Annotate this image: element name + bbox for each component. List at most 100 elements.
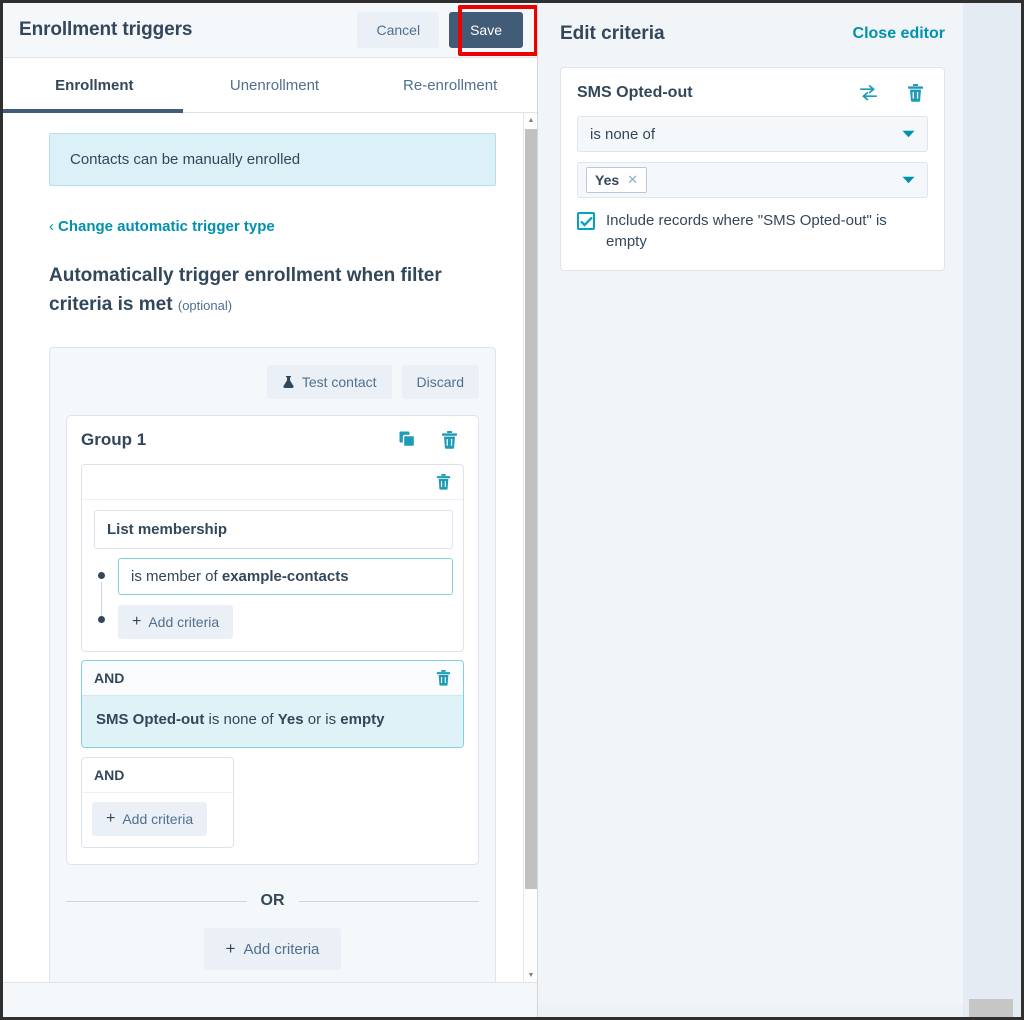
criteria-property-name: SMS Opted-out [577,84,693,101]
section-heading: Automatically trigger enrollment when fi… [49,261,469,320]
value-token-label: Yes [595,172,620,188]
cancel-button[interactable]: Cancel [357,12,440,48]
clone-icon[interactable] [399,431,416,448]
filter-box-header [82,465,463,500]
add-criteria-button-and[interactable]: + Add criteria [92,802,208,837]
enrollment-triggers-panel: Enrollment triggers Cancel Save Enrollme… [3,3,538,1017]
criteria-card-icons [860,84,928,102]
plus-icon: + [132,612,142,630]
and-block-criteria-text[interactable]: SMS Opted-out is none of Yes or is empty [82,695,463,748]
and-block-header: AND [82,660,463,696]
left-panel-scrollbar[interactable]: ▲ ▼ [523,113,537,982]
criteria-item-list-membership[interactable]: is member of example-contacts [118,557,453,595]
or-add-criteria-wrap: + Add criteria [66,928,479,971]
and-text-suffix: or is [303,710,341,728]
group-header-icons [399,430,464,449]
filters-toolbar: Test contact Discard [66,364,479,399]
right-panel-footer [538,1005,963,1017]
tab-bar: Enrollment Unenrollment Re-enrollment [3,58,537,113]
filter-box-body: List membership is member of example-con… [82,500,463,651]
scroll-up-arrow-icon[interactable]: ▲ [524,113,537,127]
discard-button[interactable]: Discard [401,364,479,399]
and-empty-operator-label: AND [82,758,233,794]
filter-group-card: Group 1 List membership is member of exa… [66,414,479,866]
scroll-down-arrow-icon[interactable]: ▼ [524,968,537,982]
criteria-card-header: SMS Opted-out [577,84,928,102]
or-divider-line-right [298,900,479,902]
criteria-bullet [98,615,105,623]
header-actions: Cancel Save [357,12,537,48]
add-criteria-button-inner[interactable]: + Add criteria [118,604,234,639]
criteria-list: is member of example-contacts + Add crit… [94,557,453,639]
or-label: OR [260,892,285,910]
or-divider-line-left [66,900,247,902]
flask-icon [282,375,295,389]
delete-filter-trash-icon[interactable] [436,473,451,490]
section-heading-text: Automatically trigger enrollment when fi… [49,265,442,316]
or-divider: OR [66,892,479,910]
criteria-value: example-contacts [221,567,349,585]
tab-enrollment[interactable]: Enrollment [3,58,186,112]
app-root: Enrollment triggers Cancel Save Enrollme… [0,0,1024,1020]
list-membership-filter-box: List membership is member of example-con… [81,463,464,652]
and-criteria-block-sms: AND SMS Opted-out is none of Yes or is e… [81,659,464,749]
swap-property-icon[interactable] [860,85,877,101]
panel-content: Contacts can be manually enrolled ‹ Chang… [3,113,524,982]
remove-token-icon[interactable]: ✕ [627,172,638,188]
edit-criteria-title: Edit criteria [560,23,665,44]
criteria-prefix: is member of [131,567,222,585]
criteria-editor-card: SMS Opted-out is none of Yes ✕ Include r… [560,67,945,271]
add-criteria-label: Add criteria [148,613,220,630]
and-empty-block: AND + Add criteria [81,757,234,849]
page-scrollbar-thumb[interactable] [969,999,1013,1017]
value-token: Yes ✕ [586,167,648,193]
group-title: Group 1 [81,429,147,449]
include-empty-checkbox[interactable] [577,212,595,230]
chevron-down-icon [902,130,915,138]
plus-icon: + [225,939,236,959]
scrollbar-thumb[interactable] [525,129,537,889]
test-contact-button[interactable]: Test contact [266,364,392,399]
add-criteria-button-group[interactable]: + Add criteria [203,928,342,971]
and-operator-label: AND [94,669,125,686]
section-heading-optional: (optional) [177,298,233,314]
manual-enrollment-banner: Contacts can be manually enrolled [49,133,496,186]
panel-header: Enrollment triggers Cancel Save [3,3,537,58]
and-text-end: empty [340,710,385,728]
add-criteria-label: Add criteria [243,940,320,958]
and-empty-body: + Add criteria [82,793,233,847]
discard-label: Discard [416,373,464,390]
operator-select[interactable]: is none of [577,116,928,152]
and-text-middle: is none of [204,710,278,728]
filter-group-header: Group 1 [81,430,464,450]
delete-criteria-trash-icon[interactable] [907,84,924,102]
page-background-strip [963,3,1021,1017]
property-select[interactable]: List membership [94,509,453,549]
include-empty-row: Include records where "SMS Opted-out" is… [577,208,928,252]
delete-and-block-trash-icon[interactable] [436,669,451,686]
value-select[interactable]: Yes ✕ [577,162,928,198]
panel-scroll-body: Contacts can be manually enrolled ‹ Chang… [3,113,537,982]
chevron-down-icon [902,176,915,184]
edit-criteria-header: Edit criteria Close editor [560,23,945,45]
change-automatic-trigger-type-link[interactable]: ‹ Change automatic trigger type [49,218,275,235]
close-editor-link[interactable]: Close editor [853,25,945,43]
delete-group-trash-icon[interactable] [441,430,458,449]
panel-footer [3,982,537,1017]
operator-select-value: is none of [590,125,656,143]
test-contact-label: Test contact [301,373,377,390]
and-text-value: Yes [277,710,304,728]
tab-unenrollment[interactable]: Unenrollment [186,58,364,112]
include-empty-label: Include records where "SMS Opted-out" is… [606,212,887,250]
plus-icon: + [106,810,116,828]
tab-re-enrollment[interactable]: Re-enrollment [363,58,537,112]
criteria-bullet [98,571,105,579]
and-text-property: SMS Opted-out [96,710,205,728]
save-button[interactable]: Save [449,12,523,48]
add-criteria-label: Add criteria [122,811,194,828]
criteria-connector-line [101,581,102,616]
filters-panel: Test contact Discard Group 1 List member… [49,346,496,982]
edit-criteria-panel: Edit criteria Close editor SMS Opted-out [538,3,963,1017]
page-title: Enrollment triggers [19,19,193,40]
chevron-left-icon: ‹ [49,218,54,235]
